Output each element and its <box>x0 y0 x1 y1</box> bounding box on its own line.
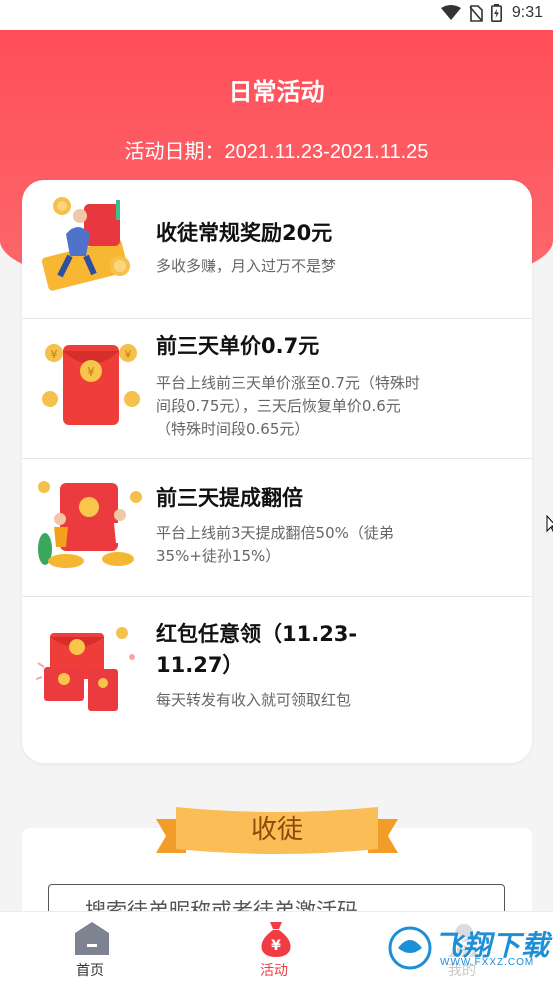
page-title: 日常活动 <box>228 78 325 106</box>
tab-label: 活动 <box>260 963 288 979</box>
tab-home[interactable]: 首页 <box>30 912 150 983</box>
svg-text:¥: ¥ <box>271 938 281 954</box>
activity-description: 平台上线前3天提成翻倍50%（徒弟35%+徒孙15%） <box>156 524 394 565</box>
home-icon <box>75 922 109 955</box>
activity-title: 收徒常规奖励20元 <box>156 221 333 245</box>
activity-title: 前三天单价0.7元 <box>156 334 320 358</box>
tab-label: 首页 <box>76 963 104 979</box>
svg-text:¥: ¥ <box>51 348 58 361</box>
svg-text:¥: ¥ <box>87 365 95 379</box>
activities-card: 收徒常规奖励20元 多收多赚，月入过万不是梦 ¥ ¥ ¥ 前三天单价0.7元 平… <box>22 180 532 763</box>
activity-item[interactable]: ¥ ¥ ¥ 前三天单价0.7元 平台上线前三天单价涨至0.7元（特殊时间段0.7… <box>22 318 532 458</box>
person-with-coins-icon <box>36 194 146 294</box>
activity-date: 活动日期：2021.11.23-2021.11.25 <box>124 141 429 163</box>
red-envelope-icon: ¥ ¥ ¥ <box>36 337 146 437</box>
section-title: 收徒 <box>250 815 303 845</box>
wifi-icon <box>440 5 461 21</box>
activity-title: 前三天提成翻倍 <box>156 486 303 510</box>
activity-item[interactable]: 红包任意领（11.23-11.27） 每天转发有收入就可领取红包 <box>22 596 532 763</box>
battery-icon <box>490 4 502 22</box>
money-bag-icon: ¥ <box>261 922 291 957</box>
mouse-cursor-icon <box>546 515 553 533</box>
red-envelopes-icon <box>35 617 146 717</box>
no-sim-icon <box>469 4 483 22</box>
tab-activity[interactable]: ¥ 活动 <box>214 912 334 983</box>
activity-description: 多收多赚，月入过万不是梦 <box>156 257 337 275</box>
activity-description: 每天转发有收入就可领取红包 <box>156 691 352 709</box>
activity-item[interactable]: 前三天提成翻倍 平台上线前3天提成翻倍50%（徒弟35%+徒孙15%） <box>22 458 532 596</box>
watermark-url: WWW.FXXZ.COM <box>440 957 535 968</box>
activity-description: 平台上线前三天单价涨至0.7元（特殊时间段0.75元），三天后恢复单价0.6元（… <box>156 374 420 438</box>
activity-item[interactable]: 收徒常规奖励20元 多收多赚，月入过万不是梦 <box>22 180 532 318</box>
status-bar: 9:31 <box>0 0 553 30</box>
svg-text:¥: ¥ <box>125 348 132 361</box>
status-time: 9:31 <box>511 4 543 21</box>
activity-title: 红包任意领（11.23-11.27） <box>156 622 358 677</box>
people-celebrating-icon <box>36 477 146 577</box>
